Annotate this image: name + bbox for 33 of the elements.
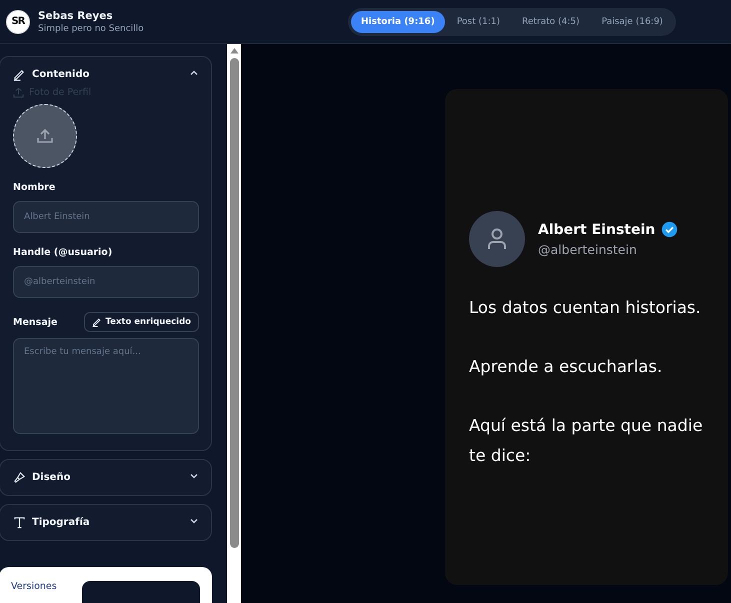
upload-icon (36, 128, 54, 144)
field-label: Mensaje (13, 316, 58, 328)
chevron-icon (189, 471, 199, 481)
logo: SR (6, 10, 30, 34)
input-field[interactable]: @alberteinstein (13, 266, 199, 298)
app-title: Sebas Reyes (38, 10, 114, 22)
format-tab[interactable]: Paisaje (16:9) (592, 10, 673, 32)
author-handle: @alberteinstein (538, 242, 638, 257)
field-label: Nombre (13, 182, 56, 193)
message-field[interactable]: Escribe tu mensaje aquí... (13, 338, 199, 434)
format-tab[interactable]: Historia (9:16) (351, 10, 445, 32)
message-paragraph: Aprende a escucharlas. (469, 356, 664, 378)
upload-icon (13, 87, 24, 98)
author-name: Albert Einstein (538, 222, 656, 238)
brush-icon (13, 471, 26, 484)
format-tab[interactable]: Retrato (4:5) (512, 10, 590, 32)
message-paragraph: Los datos cuentan historias. (469, 297, 702, 319)
field-label: Handle (@usuario) (13, 247, 114, 258)
section-title[interactable]: Contenido (32, 69, 183, 80)
input-field[interactable]: Albert Einstein (13, 201, 199, 233)
message-paragraph: Aquí está la parte que nadie te dice: (469, 415, 704, 467)
pencil-icon (13, 68, 26, 81)
format-tab[interactable]: Post (1:1) (446, 10, 510, 32)
text-icon (13, 516, 26, 529)
scroll-up-icon (230, 47, 238, 54)
section-title[interactable]: Tipografía (32, 517, 183, 528)
section-title[interactable]: Diseño (32, 472, 183, 483)
pencil-icon (92, 317, 102, 327)
app-subtitle: Simple pero no Sencillo (38, 24, 145, 34)
user-icon (486, 227, 508, 251)
rich-text-button[interactable]: Texto enriquecido (84, 312, 199, 332)
chevron-icon (189, 516, 199, 526)
versions-label: Versiones (11, 581, 57, 594)
